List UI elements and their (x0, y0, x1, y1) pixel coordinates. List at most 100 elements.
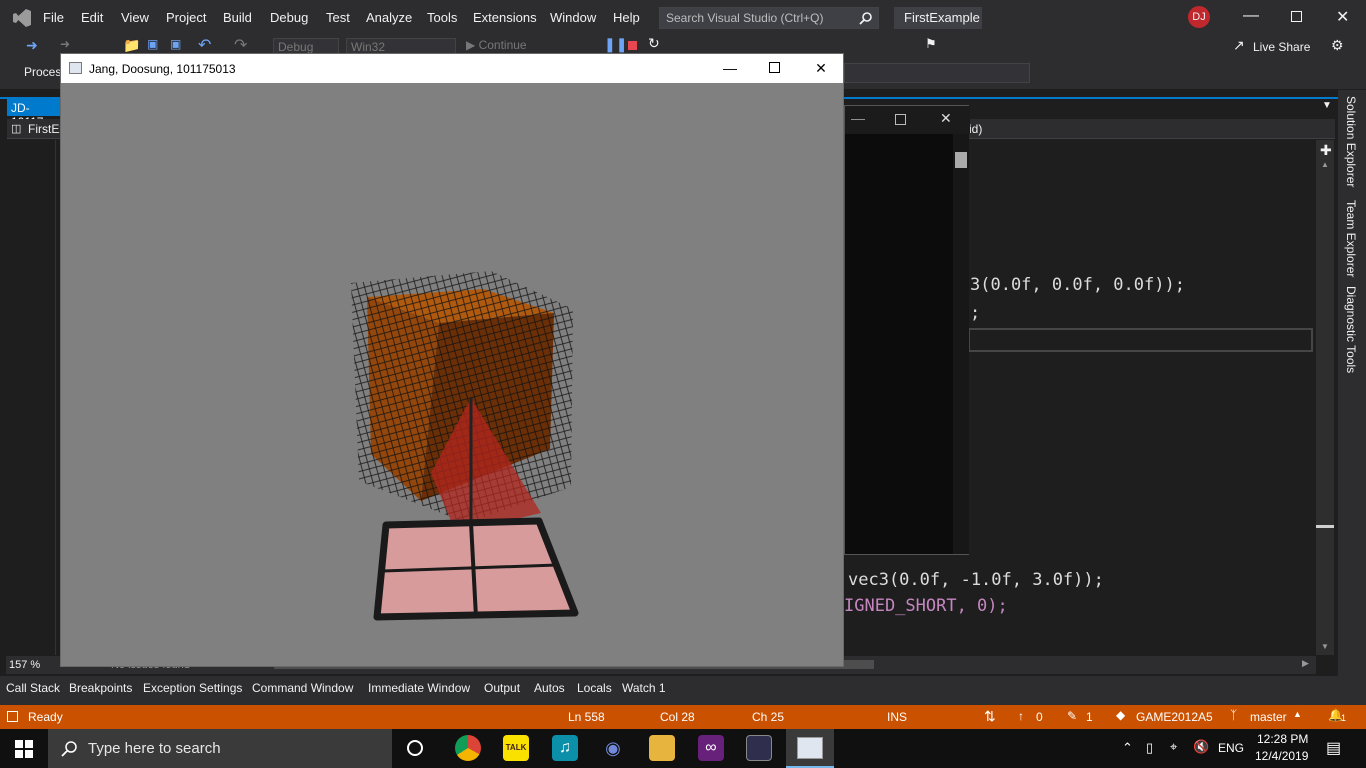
console-scroll-thumb[interactable] (955, 152, 967, 168)
code-line: IGNED_SHORT, 0); (844, 596, 1008, 616)
status-repo[interactable]: GAME2012A5 (1136, 710, 1213, 724)
live-share-icon[interactable]: ↗ (1233, 37, 1245, 54)
menu-test[interactable]: Test (326, 10, 350, 25)
search-icon (859, 12, 872, 25)
menu-build[interactable]: Build (223, 10, 252, 25)
redo-icon[interactable]: ↷ (234, 35, 247, 55)
notification-count: 1 (1341, 713, 1347, 723)
pause-icon[interactable]: ❚❚ (604, 36, 627, 53)
pencil-icon: ✎ (1067, 709, 1078, 723)
menu-analyze[interactable]: Analyze (366, 10, 412, 25)
action-center-icon[interactable]: ▤ (1326, 738, 1341, 758)
battery-icon[interactable]: ▯ (1146, 740, 1153, 756)
restore-button[interactable] (1291, 11, 1302, 22)
taskbar-search-box[interactable]: Type here to search (48, 729, 392, 768)
continue-button[interactable]: ▶ Continue (466, 38, 527, 52)
windows-start-icon[interactable] (15, 740, 33, 758)
search-input[interactable]: Search Visual Studio (Ctrl+Q) (659, 7, 879, 29)
user-avatar[interactable]: DJ (1188, 6, 1210, 28)
status-ready: Ready (28, 710, 63, 724)
status-line[interactable]: Ln 558 (568, 710, 605, 724)
status-edit-count[interactable]: 1 (1086, 710, 1093, 724)
diagnostic-tools-tab[interactable]: Diagnostic Tools (1344, 286, 1358, 373)
branch-up-icon[interactable]: ▲ (1293, 709, 1302, 719)
console-minimize-button[interactable]: — (851, 110, 865, 126)
team-explorer-tab[interactable]: Team Explorer (1344, 200, 1358, 277)
vertical-scrollbar[interactable]: ✚ ▲ ▼ (1316, 140, 1334, 655)
stack-frame-select[interactable] (844, 63, 1030, 83)
tab-locals[interactable]: Locals (577, 681, 612, 695)
menu-help[interactable]: Help (613, 10, 640, 25)
opengl-window[interactable]: Jang, Doosung, 101175013 — ✕ (60, 53, 844, 667)
active-app-taskbar-button[interactable] (786, 729, 834, 768)
menu-file[interactable]: File (43, 10, 64, 25)
menu-project[interactable]: Project (166, 10, 206, 25)
console-window[interactable]: — ✕ (844, 105, 970, 555)
git-sync-icon[interactable]: ⇅ (984, 708, 996, 725)
console-taskbar-icon[interactable] (746, 735, 772, 761)
status-insert-mode[interactable]: INS (887, 710, 907, 724)
gl-minimize-button[interactable]: — (722, 60, 738, 76)
tab-command-window[interactable]: Command Window (252, 681, 353, 695)
status-icon (7, 711, 18, 722)
console-close-button[interactable]: ✕ (940, 110, 952, 127)
process-label: Proces (24, 65, 62, 79)
tab-exception-settings[interactable]: Exception Settings (143, 681, 242, 695)
restart-icon[interactable]: ↻ (648, 35, 660, 52)
tab-output[interactable]: Output (484, 681, 520, 695)
undo-icon[interactable]: ↶ (198, 35, 211, 55)
tab-dropdown-icon[interactable]: ▼ (1322, 100, 1332, 111)
status-col[interactable]: Col 28 (660, 710, 695, 724)
language-indicator[interactable]: ENG (1218, 741, 1244, 755)
gl-maximize-button[interactable] (769, 62, 780, 73)
chrome-icon[interactable] (455, 735, 481, 761)
save-all-icon[interactable]: ▣ (170, 37, 181, 51)
tab-autos[interactable]: Autos (534, 681, 565, 695)
file-explorer-icon[interactable] (649, 735, 675, 761)
live-share-button[interactable]: Live Share (1253, 40, 1310, 54)
split-icon[interactable]: ✚ (1320, 142, 1332, 159)
menu-tools[interactable]: Tools (427, 10, 457, 25)
nav-member-dropdown[interactable]: id) (969, 122, 982, 136)
tab-immediate-window[interactable]: Immediate Window (368, 681, 470, 695)
solution-explorer-tab[interactable]: Solution Explorer (1344, 96, 1358, 187)
tray-expand-icon[interactable]: ⌃ (1122, 740, 1133, 756)
menu-view[interactable]: View (121, 10, 149, 25)
status-ch[interactable]: Ch 25 (752, 710, 784, 724)
save-icon[interactable]: ▣ (147, 37, 158, 51)
clock-time[interactable]: 12:28 PM (1257, 732, 1308, 746)
wifi-icon[interactable]: ⌖ (1170, 739, 1177, 755)
menu-extensions[interactable]: Extensions (473, 10, 537, 25)
tab-breakpoints[interactable]: Breakpoints (69, 681, 132, 695)
console-scrollbar[interactable] (953, 134, 969, 554)
file-tab[interactable]: JD-10117 (7, 98, 61, 129)
volume-muted-icon[interactable]: 🔇 (1193, 739, 1209, 755)
menu-debug[interactable]: Debug (270, 10, 308, 25)
status-branch[interactable]: master (1250, 710, 1287, 724)
open-folder-icon[interactable]: 📁 (123, 37, 140, 54)
tab-watch-1[interactable]: Watch 1 (622, 681, 666, 695)
forward-icon[interactable]: ➜ (60, 37, 70, 51)
menu-window[interactable]: Window (550, 10, 596, 25)
kakaotalk-icon[interactable]: TALK (503, 735, 529, 761)
scroll-up-icon[interactable]: ▲ (1321, 160, 1329, 169)
tab-call-stack[interactable]: Call Stack (6, 681, 60, 695)
scroll-right-icon[interactable]: ▶ (1302, 658, 1309, 669)
visual-studio-taskbar-icon[interactable]: ∞ (698, 735, 724, 761)
music-app-icon[interactable]: ♫ (552, 735, 578, 761)
minimize-button[interactable]: — (1243, 7, 1259, 25)
clock-date[interactable]: 12/4/2019 (1255, 749, 1308, 763)
gl-close-button[interactable]: ✕ (813, 60, 829, 76)
console-maximize-button[interactable] (895, 114, 906, 125)
stop-icon[interactable] (628, 41, 637, 50)
discord-icon[interactable]: ◉ (600, 735, 626, 761)
back-icon[interactable]: ➜ (26, 37, 38, 54)
zoom-level[interactable]: 157 % (9, 659, 40, 671)
feedback-icon[interactable]: ⚙ (1331, 37, 1344, 54)
menu-edit[interactable]: Edit (81, 10, 103, 25)
bookmark-icon[interactable]: ⚑ (925, 36, 937, 52)
close-button[interactable]: ✕ (1336, 7, 1349, 27)
status-up-count[interactable]: 0 (1036, 710, 1043, 724)
scroll-down-icon[interactable]: ▼ (1321, 642, 1329, 651)
cortana-icon[interactable] (407, 740, 423, 756)
